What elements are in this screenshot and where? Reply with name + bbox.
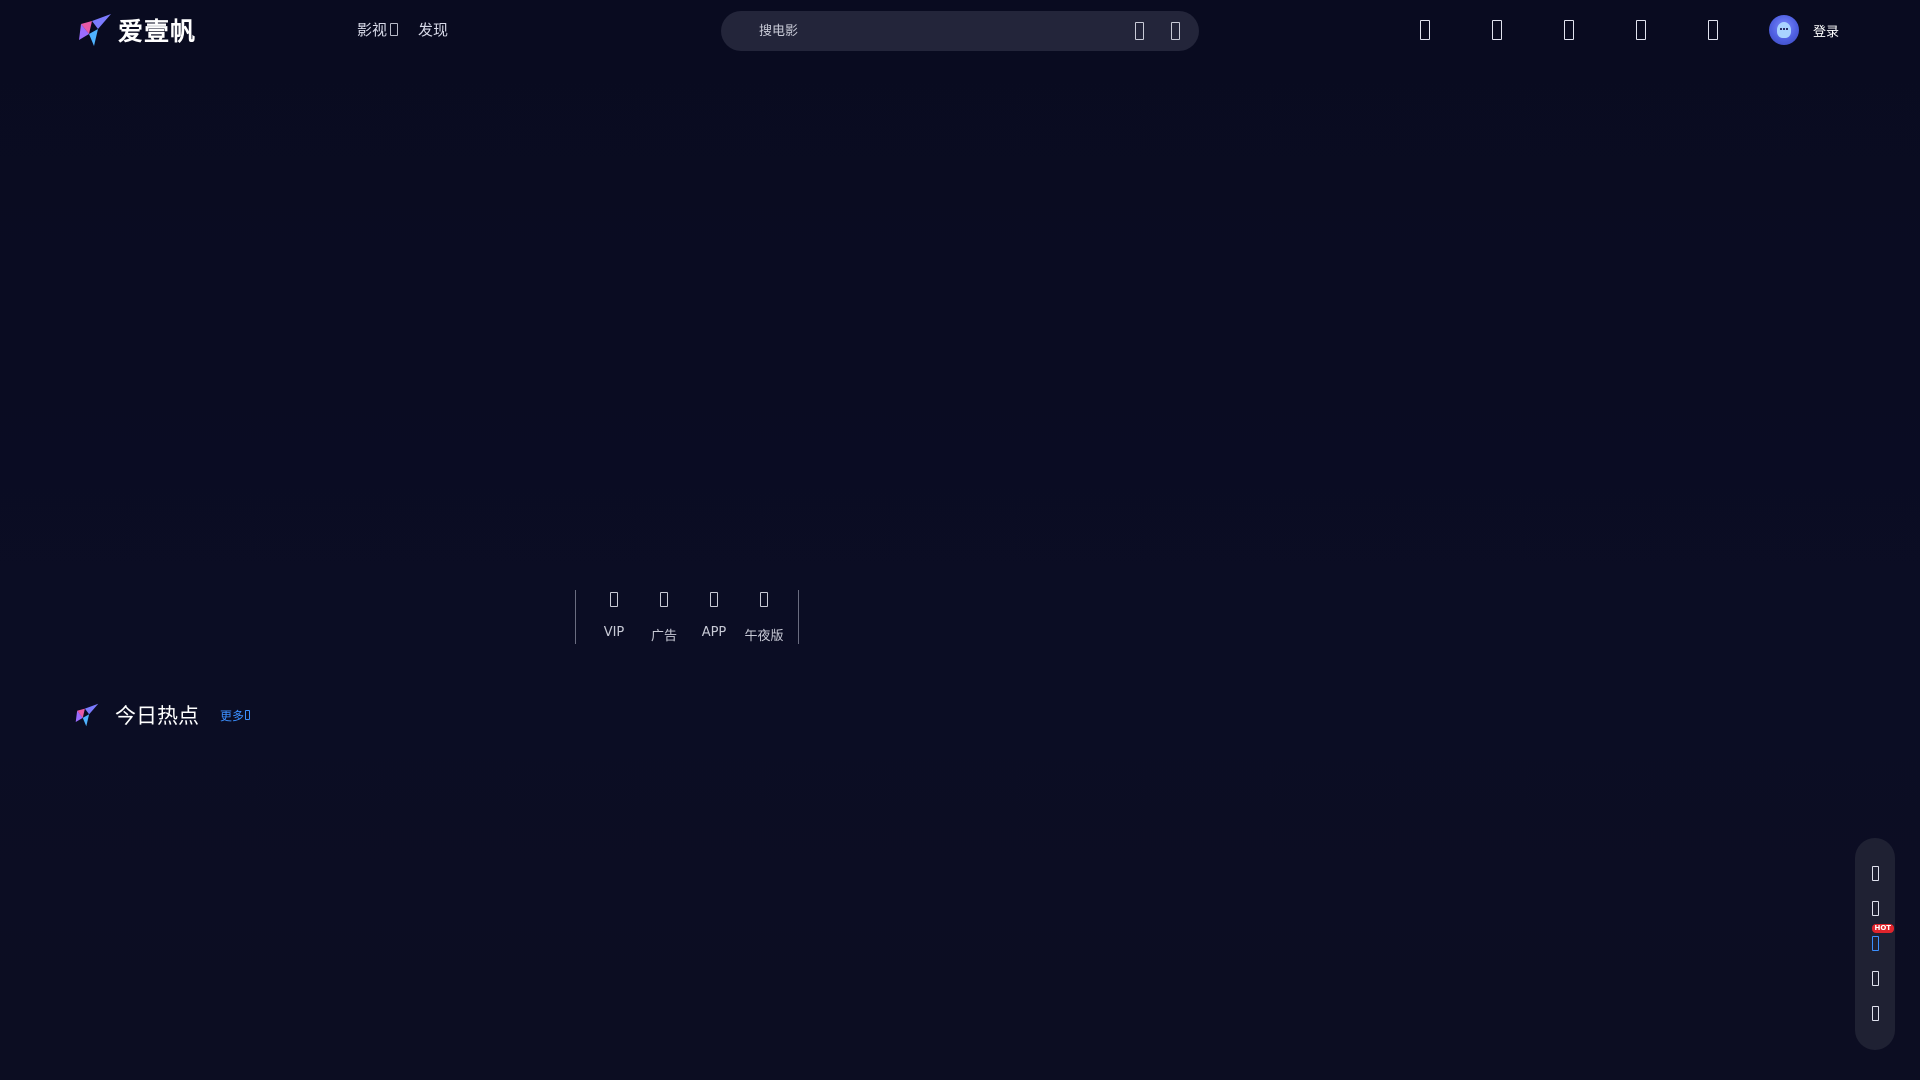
more-link[interactable]: 更多 [220, 707, 251, 724]
floating-toolbar: HOT [1855, 838, 1895, 1050]
shortcut-ad[interactable]: 广告 [644, 590, 684, 644]
page: 爱壹帆 影视 发现 搜电影 登录 VIP 广告 APP 午夜版 今日热点 更多 … [0, 0, 1920, 1080]
side-button-back-to-top[interactable] [1871, 1006, 1879, 1023]
nav-item-label: 影视 [357, 21, 388, 39]
voice-search-button[interactable] [1135, 22, 1144, 44]
chevron-right-icon [245, 710, 251, 720]
ad-icon [660, 592, 668, 607]
side-button-home[interactable] [1871, 866, 1879, 883]
app-icon [710, 592, 718, 607]
user-login[interactable]: 登录 [1769, 15, 1839, 45]
shortcut-night[interactable]: 午夜版 [744, 590, 784, 644]
history-button[interactable] [1420, 20, 1430, 44]
night-icon [760, 592, 768, 607]
nav-item-discover[interactable]: 发现 [418, 19, 448, 40]
message-button[interactable] [1636, 20, 1646, 44]
side-button-history[interactable] [1871, 901, 1879, 918]
microphone-icon [1135, 22, 1144, 40]
nav-item-movies[interactable]: 影视 [357, 19, 399, 40]
login-button[interactable]: 登录 [1813, 21, 1839, 40]
avatar[interactable] [1769, 15, 1799, 45]
shortcut-label: 广告 [650, 629, 677, 644]
download-button[interactable] [1492, 20, 1502, 44]
hot-today-section-header: 今日热点 更多 [75, 700, 251, 730]
side-button-feedback[interactable] [1871, 971, 1879, 988]
vip-icon [1708, 20, 1718, 40]
section-title: 今日热点 [115, 704, 199, 728]
download-icon [1492, 20, 1502, 40]
shortcut-app[interactable]: APP [694, 590, 734, 644]
logo-text: 爱壹帆 [118, 17, 197, 46]
vip-icon [610, 592, 618, 607]
more-label: 更多 [220, 708, 245, 723]
main-nav: 影视 发现 [357, 19, 448, 40]
search-button[interactable] [1171, 22, 1180, 44]
feedback-icon [1871, 971, 1879, 986]
logo-mark-icon [79, 14, 111, 46]
app-icon [1564, 20, 1574, 40]
site-logo[interactable]: 爱壹帆 [78, 10, 196, 50]
search-bar [721, 11, 1199, 51]
home-icon [1871, 866, 1879, 881]
logo-mark-icon [75, 703, 99, 727]
arrow-up-icon [1871, 1006, 1879, 1021]
history-icon [1871, 901, 1879, 916]
shortcut-vip[interactable]: VIP [594, 590, 634, 644]
vip-button[interactable] [1708, 20, 1718, 44]
side-button-hot[interactable]: HOT [1871, 924, 1895, 953]
nav-item-label: 发现 [418, 21, 449, 39]
search-input[interactable] [757, 22, 1121, 40]
search-icon [1171, 22, 1180, 40]
shortcut-label: VIP [603, 625, 625, 640]
history-icon [1420, 20, 1430, 40]
shortcut-label: APP [701, 625, 727, 640]
top-header: 爱壹帆 影视 发现 搜电影 登录 [0, 0, 1920, 62]
chevron-down-icon [390, 23, 399, 36]
message-icon [1636, 20, 1646, 40]
app-button[interactable] [1564, 20, 1574, 44]
fire-icon [1871, 936, 1879, 951]
shortcut-label: 午夜版 [744, 629, 784, 644]
shortcut-bar: VIP 广告 APP 午夜版 [575, 590, 799, 644]
hot-badge: HOT [1871, 924, 1895, 933]
header-actions [1420, 20, 1718, 44]
